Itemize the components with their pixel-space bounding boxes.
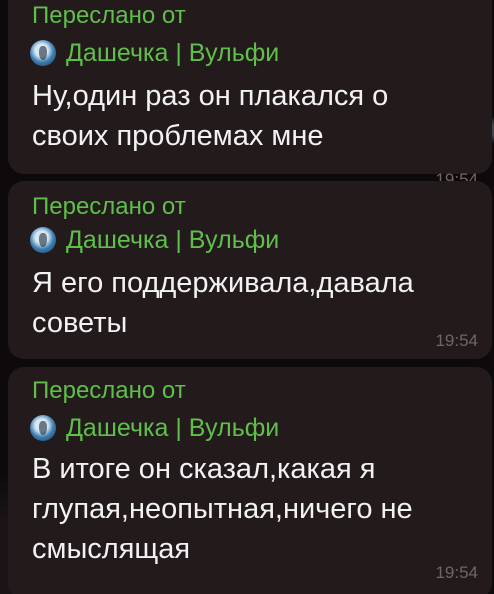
chat-view: Переслано от Дашечка | Вульфи Ну,один ра…	[0, 0, 494, 594]
message-time: 19:54	[435, 331, 478, 350]
sender-avatar[interactable]	[30, 415, 56, 441]
forwarded-message[interactable]: Переслано от Дашечка | Вульфи Я его подд…	[8, 181, 492, 359]
sender-name[interactable]: Дашечка | Вульфи	[66, 413, 279, 443]
sender-avatar[interactable]	[30, 40, 56, 66]
forward-sender[interactable]: Дашечка | Вульфи	[30, 38, 279, 68]
forward-sender[interactable]: Дашечка | Вульфи	[30, 225, 279, 255]
message-text: В итоге он сказал,какая я глупая,неопытн…	[32, 453, 413, 565]
forward-sender[interactable]: Дашечка | Вульфи	[30, 413, 279, 443]
forwarded-message[interactable]: Переслано от Дашечка | Вульфи В итоге он…	[8, 367, 492, 594]
forwarded-from-label: Переслано от	[32, 193, 186, 220]
forwarded-message[interactable]: Переслано от Дашечка | Вульфи Ну,один ра…	[8, 0, 492, 189]
message-time: 19:54	[435, 563, 478, 582]
message-text: Ну,один раз он плакался о своих проблема…	[32, 80, 389, 152]
forwarded-from-label: Переслано от	[32, 2, 186, 29]
sender-name[interactable]: Дашечка | Вульфи	[66, 225, 279, 255]
message-text: Я его поддерживала,давала советы	[32, 267, 414, 339]
sender-name[interactable]: Дашечка | Вульфи	[66, 38, 279, 68]
forwarded-from-label: Переслано от	[32, 377, 186, 404]
sender-avatar[interactable]	[30, 227, 56, 253]
